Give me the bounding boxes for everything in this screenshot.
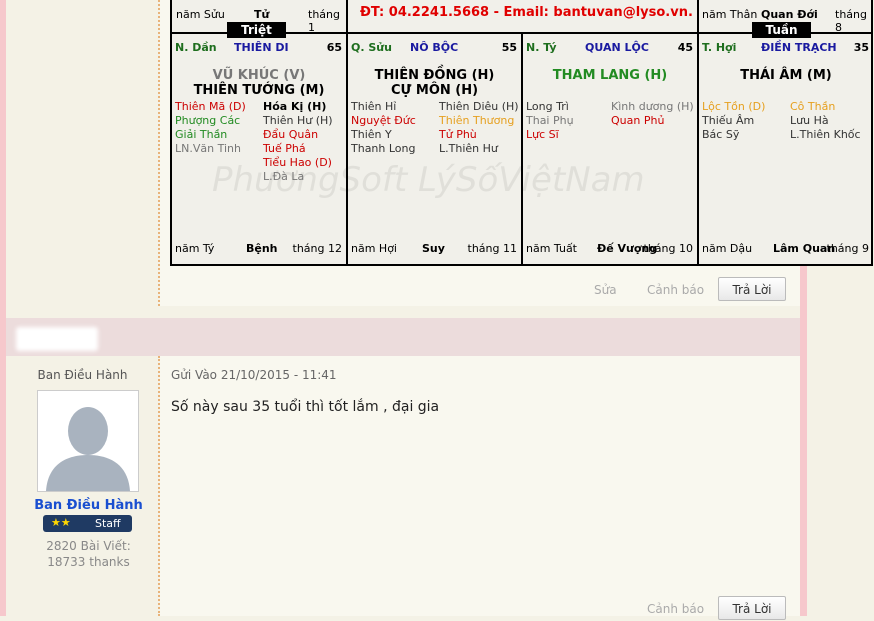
- foot-month: tháng 12: [292, 242, 342, 255]
- minor-star: Thiên Diêu (H): [439, 100, 519, 113]
- minor-star: L.Thiên Khốc: [790, 128, 861, 141]
- thanks-count: 18733 thanks: [47, 555, 130, 569]
- report-link[interactable]: Cảnh báo: [647, 283, 704, 297]
- edit-link[interactable]: Sửa: [594, 283, 617, 297]
- minor-star: Tuế Phá: [263, 142, 306, 155]
- minor-star: Nguyệt Đức: [351, 114, 416, 127]
- top-stage-label: Tử: [254, 8, 270, 21]
- palace-age: 35: [853, 41, 869, 54]
- role-label: Staff: [95, 517, 121, 530]
- palace-name: THIÊN DI: [234, 41, 289, 54]
- minor-star: Tử Phù: [439, 128, 477, 141]
- foot-stage: Bệnh: [246, 242, 278, 255]
- minor-star: L.Đà La: [263, 170, 305, 183]
- main-star-1: THIÊN ĐỒNG (H): [374, 68, 495, 83]
- minor-star: Kình dương (H): [611, 100, 694, 113]
- post-count: 2820 Bài Viết:: [46, 539, 131, 553]
- default-avatar-icon: [38, 391, 138, 491]
- palace-cell: T. Hợi ĐIỀN TRẠCH 35 THÁI ÂM (M) Lộc Tồn (D)…: [699, 32, 873, 264]
- top-year-label: năm Thân: [702, 8, 758, 21]
- post-header-bar: [6, 318, 800, 356]
- foot-year: năm Dậu: [702, 242, 753, 255]
- minor-star: Giải Thần: [175, 128, 228, 141]
- main-star-1: VŨ KHÚC (V): [212, 68, 306, 83]
- foot-year: năm Tuất: [526, 242, 577, 255]
- minor-star: Thiên Mã (D): [175, 100, 246, 113]
- post-timestamp: Gửi Vào 21/10/2015 - 11:41: [171, 368, 337, 382]
- minor-star: Phượng Các: [175, 114, 241, 127]
- top-month-label: tháng 1: [308, 8, 340, 34]
- contact-info: ĐT: 04.2241.5668 - Email: bantuvan@lyso.…: [360, 5, 693, 20]
- chart-top-contact: ĐT: 04.2241.5668 - Email: bantuvan@lyso.…: [348, 0, 699, 32]
- rank-stars-icon: ★★: [51, 516, 71, 529]
- minor-star: Thiên Hỉ: [351, 100, 397, 113]
- foot-year: năm Hợi: [351, 242, 397, 255]
- palace-branch: N. Dần: [175, 41, 217, 54]
- palace-age: 55: [501, 41, 517, 54]
- minor-star: Lưu Hà: [790, 114, 829, 127]
- palace-cell: N. Tý QUAN LỘC 45 THAM LANG (H) Long Trì Thai…: [523, 32, 699, 264]
- palace-branch: T. Hợi: [702, 41, 737, 54]
- minor-star: Bác Sỹ: [702, 128, 740, 141]
- main-star-1: THÁI ÂM (M): [740, 68, 832, 83]
- minor-star: Thiên Thương: [439, 114, 515, 127]
- palace-cell: N. Dần THIÊN DI 65 VŨ KHÚC (V) THIÊN TƯỚNG (…: [172, 32, 348, 264]
- palace-branch: Q. Sửu: [351, 41, 392, 54]
- post-message: Số này sau 35 tuổi thì tốt lắm , đại gia: [171, 399, 440, 415]
- minor-star: Lộc Tồn (D): [702, 100, 766, 113]
- minor-star: Thiếu Âm: [702, 114, 755, 127]
- avatar[interactable]: [37, 390, 139, 492]
- minor-star: Thiên Y: [351, 128, 392, 141]
- foot-month: tháng 10: [643, 242, 693, 255]
- foot-month: tháng 11: [467, 242, 517, 255]
- username-link[interactable]: Ban Điều Hành: [6, 498, 171, 513]
- palace-age: 45: [677, 41, 693, 54]
- post1-author-column: [6, 0, 159, 306]
- minor-star: Thiên Hư (H): [263, 114, 333, 127]
- reply-button[interactable]: Trả Lời: [718, 277, 786, 301]
- palace-branch: N. Tý: [526, 41, 557, 54]
- palace-cell: Q. Sửu NÔ BỘC 55 THIÊN ĐỒNG (H) CỰ MÔN (H) Th…: [348, 32, 523, 264]
- minor-star: Đẩu Quân: [263, 128, 319, 141]
- top-year-label: năm Sửu: [176, 8, 225, 21]
- minor-star: Quan Phủ: [611, 114, 665, 127]
- top-month-label: tháng 8: [835, 8, 867, 34]
- palace-name: QUAN LỘC: [585, 41, 649, 54]
- main-star-2: CỰ MÔN (H): [390, 83, 479, 98]
- foot-year: năm Tý: [175, 242, 215, 255]
- minor-star: Thanh Long: [351, 142, 416, 155]
- minor-star: Lực Sĩ: [526, 128, 559, 141]
- main-star-2: THIÊN TƯỚNG (M): [193, 83, 325, 98]
- horoscope-chart: năm Sửu Tử tháng 1 ĐT: 04.2241.5668 - Em…: [170, 0, 873, 266]
- palace-name: NÔ BỘC: [410, 41, 459, 54]
- post2-content: [160, 356, 800, 616]
- palace-age: 65: [326, 41, 342, 54]
- minor-star: L.Thiên Hư: [439, 142, 498, 155]
- minor-star: Long Trì: [526, 100, 569, 113]
- minor-star: Cô Thần: [790, 100, 836, 113]
- staff-badge: ★★ Staff: [43, 515, 132, 532]
- foot-stage: Suy: [422, 242, 445, 255]
- reply-button[interactable]: Trả Lời: [718, 596, 786, 620]
- palace-name: ĐIỀN TRẠCH: [761, 41, 837, 54]
- minor-star: Thai Phụ: [526, 114, 574, 127]
- minor-star: LN.Văn Tinh: [175, 142, 241, 155]
- foot-month: tháng 9: [826, 242, 869, 255]
- blurred-username: [16, 327, 98, 351]
- report-link[interactable]: Cảnh báo: [647, 602, 704, 616]
- main-star-1: THAM LANG (H): [552, 68, 668, 83]
- user-rank: Ban Điều Hành: [37, 368, 128, 382]
- minor-star: Hóa Kị (H): [263, 100, 327, 113]
- minor-star: Tiểu Hao (D): [263, 156, 332, 169]
- top-stage-label: Quan Đới: [761, 8, 818, 21]
